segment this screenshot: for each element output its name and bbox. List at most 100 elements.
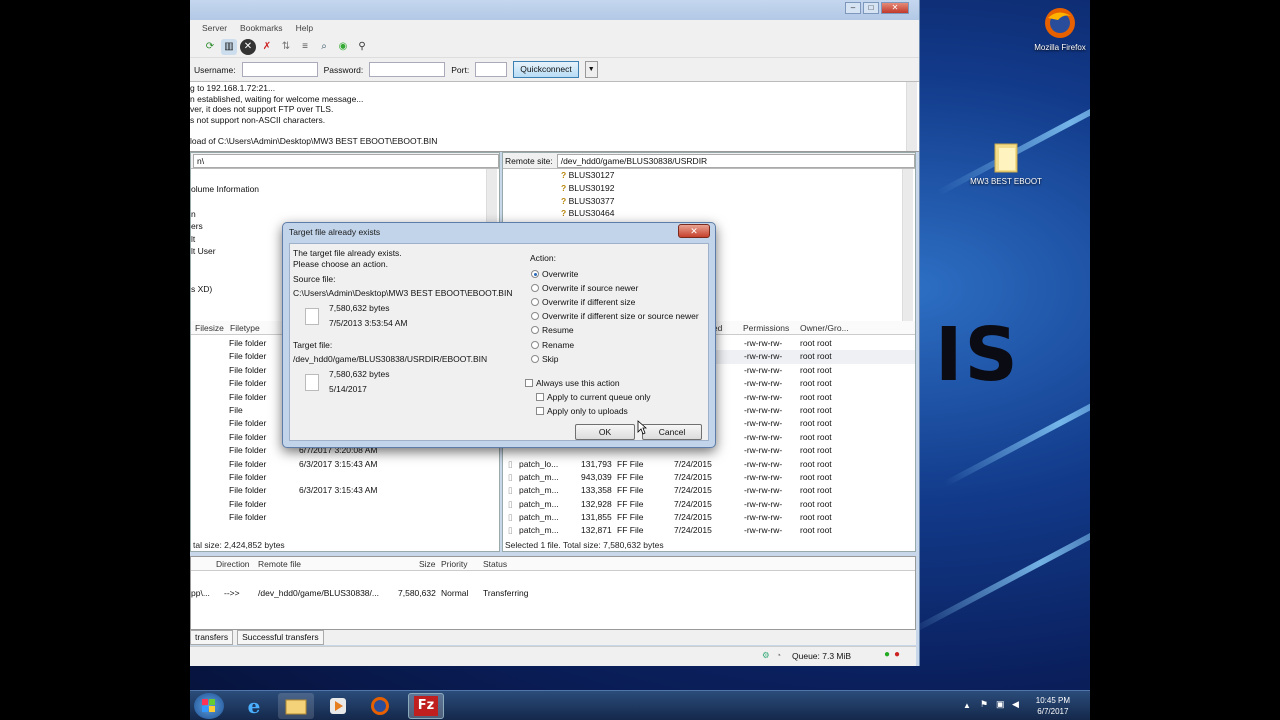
tab-failed-transfers[interactable]: transfers — [190, 630, 234, 645]
log-line: g to 192.168.1.72:21... — [190, 83, 276, 93]
taskbar-filezilla[interactable]: Fz — [408, 693, 444, 719]
action-radio[interactable] — [531, 270, 539, 278]
menu-help[interactable]: Help — [296, 23, 313, 33]
compare-icon[interactable]: ⌕ — [316, 39, 332, 55]
dialog-close-button[interactable]: ✕ — [678, 224, 710, 238]
tree-item-folder[interactable]: ? BLUS30127 — [561, 169, 915, 182]
remote-path-input[interactable]: /dev_hdd0/game/BLUS30838/USRDIR — [556, 153, 915, 168]
column-remote-file[interactable]: Remote file — [258, 559, 301, 569]
desktop-icon-mw3-folder[interactable]: MW3 BEST EBOOT — [966, 140, 1046, 186]
apply-uploads-checkbox[interactable] — [536, 407, 544, 415]
folder-icon — [989, 140, 1023, 174]
filter-icon[interactable]: ≡ — [297, 39, 313, 55]
volume-icon[interactable]: ◀ — [1012, 699, 1019, 710]
media-player-icon — [330, 698, 346, 714]
quickconnect-dropdown[interactable]: ▼ — [584, 61, 598, 78]
table-row[interactable]: File folder — [191, 471, 499, 484]
taskbar-media-player[interactable] — [320, 693, 356, 719]
start-button[interactable] — [194, 693, 224, 719]
dialog-intro: The target file already exists. — [293, 248, 402, 258]
tab-successful-transfers[interactable]: Successful transfers — [237, 630, 324, 645]
column-filetype[interactable]: Filetype — [230, 323, 260, 333]
refresh-icon[interactable]: ⟳ — [202, 39, 218, 55]
apply-queue-checkbox[interactable] — [536, 393, 544, 401]
quickconnect-button[interactable]: Quickconnect — [513, 61, 579, 78]
cell-permissions: -rw-rw-rw- — [744, 445, 783, 456]
title-bar[interactable]: – □ ✕ — [190, 0, 919, 20]
column-owner-group[interactable]: Owner/Gro... — [800, 323, 849, 333]
ok-button[interactable]: OK — [575, 424, 635, 440]
reconnect-icon[interactable]: ⇅ — [278, 39, 294, 55]
cell-filetype: File folder — [229, 351, 267, 362]
table-row[interactable]: ▯ patch_m... 133,358 FF File 7/24/2015 -rw-rw… — [503, 484, 915, 497]
cell-filetype: FF File — [617, 471, 644, 482]
close-icon[interactable]: ✕ — [881, 2, 909, 14]
port-input[interactable] — [475, 62, 508, 77]
local-path-input[interactable]: n\ — [193, 153, 499, 168]
action-radio[interactable] — [531, 326, 539, 335]
cancel-button[interactable]: Cancel — [642, 424, 702, 440]
column-size[interactable]: Size — [419, 559, 436, 569]
action-option-label: Rename — [542, 339, 575, 350]
taskbar-explorer[interactable] — [278, 693, 314, 719]
clock[interactable]: 10:45 PM 6/7/2017 — [1036, 695, 1070, 717]
column-direction[interactable]: Direction — [216, 559, 250, 569]
cell-filename: patch_m... — [519, 498, 559, 509]
column-status[interactable]: Status — [483, 559, 507, 569]
maximize-icon[interactable]: □ — [863, 2, 879, 14]
log-scrollbar[interactable] — [906, 82, 917, 151]
table-row[interactable]: ▯ patch_m... 132,871 FF File 7/24/2015 -rw-rw… — [503, 524, 915, 537]
menu-bookmarks[interactable]: Bookmarks — [240, 23, 283, 33]
cell-owner: root root — [800, 512, 832, 523]
taskbar-firefox[interactable] — [362, 693, 398, 719]
always-use-checkbox[interactable] — [525, 379, 533, 387]
action-radio[interactable] — [531, 354, 539, 363]
table-row[interactable]: File folder 6/3/2017 3:15:43 AM — [191, 484, 499, 497]
tray-expand-icon[interactable]: ▲ — [963, 701, 971, 710]
cell-owner: root root — [800, 458, 832, 469]
minimize-icon[interactable]: – — [845, 2, 861, 14]
column-permissions[interactable]: Permissions — [743, 323, 789, 333]
action-radio[interactable] — [531, 298, 539, 307]
cell-filetype: FF File — [617, 458, 644, 469]
network-icon[interactable]: ▣ — [996, 699, 1005, 710]
table-row[interactable]: File folder — [191, 511, 499, 524]
menu-server[interactable]: Server — [202, 23, 227, 33]
tree-item-folder[interactable]: ? BLUS30192 — [561, 182, 915, 195]
column-filesize[interactable]: Filesize — [195, 323, 224, 333]
table-row[interactable]: ▯ patch_lo... 131,793 FF File 7/24/2015 -rw-r… — [503, 458, 915, 471]
filter-toggle-icon[interactable]: ▥ — [221, 38, 237, 55]
tree-item[interactable]: n — [191, 208, 499, 221]
clock-time: 10:45 PM — [1035, 696, 1070, 705]
table-row[interactable]: ▯ patch_m... 131,855 FF File 7/24/2015 -rw-rw… — [503, 511, 915, 524]
disconnect-icon[interactable]: ✗ — [259, 39, 275, 55]
cell-modified: 7/24/2015 — [674, 458, 712, 469]
username-input[interactable] — [241, 62, 318, 77]
search-icon[interactable]: ⚲ — [354, 39, 370, 55]
password-input[interactable] — [369, 62, 446, 77]
action-radio[interactable] — [531, 340, 539, 349]
cell-filename: patch_m... — [519, 512, 559, 523]
sync-browse-icon[interactable]: ◉ — [335, 39, 351, 55]
cell-filetype: File folder — [229, 378, 267, 389]
action-radio[interactable] — [531, 284, 539, 293]
remote-tree-scrollbar[interactable] — [902, 169, 913, 321]
tree-item[interactable]: olume Information — [191, 183, 499, 196]
desktop-icon-firefox[interactable]: Mozilla Firefox — [1020, 6, 1100, 52]
queue-row[interactable]: pp\... -->> /dev_hdd0/game/BLUS30838/...… — [191, 587, 915, 600]
tree-item-folder[interactable]: ? BLUS30377 — [561, 195, 915, 208]
message-log: g to 192.168.1.72:21... n established, w… — [190, 82, 919, 152]
tree-item-folder[interactable]: ? BLUS30464 — [561, 207, 915, 220]
table-row[interactable]: ▯ patch_m... 132,928 FF File 7/24/2015 -rw-rw… — [503, 498, 915, 511]
action-radio[interactable] — [531, 312, 539, 321]
log-line: n established, waiting for welcome messa… — [190, 93, 364, 104]
stop-icon[interactable]: ✕ — [240, 38, 256, 55]
table-row[interactable]: File folder — [191, 498, 499, 511]
cell-filetype: File folder — [229, 512, 267, 523]
table-row[interactable]: File folder 6/3/2017 3:15:43 AM — [191, 458, 499, 471]
action-center-icon[interactable]: ⚑ — [980, 699, 988, 710]
action-option-label: Skip — [542, 353, 559, 364]
table-row[interactable]: ▯ patch_m... 943,039 FF File 7/24/2015 -rw-rw… — [503, 471, 915, 484]
column-priority[interactable]: Priority — [441, 559, 467, 569]
taskbar-internet-explorer[interactable]: e — [236, 693, 272, 719]
